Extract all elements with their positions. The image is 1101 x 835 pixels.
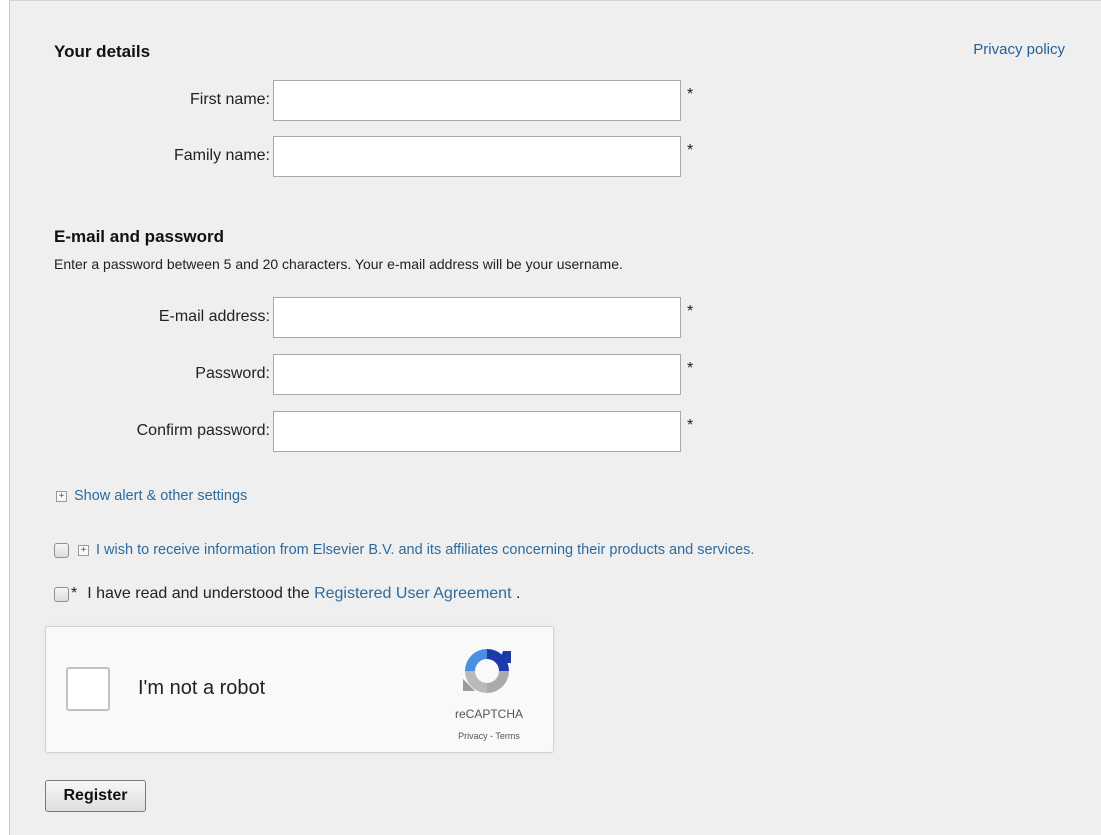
family-name-label: Family name: (173, 147, 270, 164)
registration-panel: Your details Privacy policy First name: … (9, 0, 1101, 835)
recaptcha-brand: reCAPTCHA (454, 707, 523, 721)
expand-plus-icon: + (56, 490, 67, 502)
register-button[interactable]: Register (45, 780, 146, 812)
marketing-optin-checkbox[interactable] (54, 542, 69, 558)
confirm-password-label: Confirm password: (136, 422, 270, 439)
password-label: Password: (195, 365, 270, 382)
expand-plus-icon[interactable]: + (78, 544, 89, 556)
recaptcha-logo-icon (463, 649, 511, 693)
user-agreement-link[interactable]: Registered User Agreement (314, 585, 511, 602)
required-mark: * (687, 360, 694, 377)
required-mark: * (687, 417, 694, 434)
first-name-input[interactable] (273, 80, 681, 121)
password-input[interactable] (273, 354, 681, 395)
your-details-heading: Your details (54, 42, 151, 61)
marketing-optin-row: + I wish to receive information from Els… (54, 542, 754, 558)
family-name-row: Family name: * (10, 136, 770, 178)
email-password-heading: E-mail and password (54, 227, 225, 246)
agreement-suffix: . (515, 585, 521, 602)
family-name-input[interactable] (273, 136, 681, 177)
agreement-row: * I have read and understood the Registe… (54, 585, 520, 603)
alert-settings-toggle[interactable]: + Show alert & other settings (56, 488, 247, 504)
email-input[interactable] (273, 297, 681, 338)
email-row: E-mail address: * (10, 297, 770, 339)
required-mark: * (687, 142, 694, 159)
agreement-prefix: I have read and understood the (87, 585, 310, 602)
required-mark: * (71, 585, 78, 602)
marketing-optin-label[interactable]: I wish to receive information from Elsev… (96, 542, 754, 558)
recaptcha-checkbox[interactable] (66, 667, 110, 711)
confirm-password-row: Confirm password: * (10, 411, 770, 453)
agreement-text: I have read and understood the Registere… (87, 585, 520, 603)
agreement-checkbox[interactable] (54, 586, 69, 602)
email-label: E-mail address: (158, 308, 270, 325)
recaptcha-label: I'm not a robot (138, 677, 266, 699)
recaptcha-widget: I'm not a robot reCAPTCHA Privacy - Term… (45, 626, 554, 753)
recaptcha-privacy-terms-link[interactable]: Privacy - Terms (444, 731, 534, 741)
first-name-row: First name: * (10, 80, 770, 122)
alert-settings-label[interactable]: Show alert & other settings (74, 488, 247, 504)
required-mark: * (687, 86, 694, 103)
password-row: Password: * (10, 354, 770, 396)
privacy-policy-link[interactable]: Privacy policy (973, 41, 1065, 58)
password-instructions: Enter a password between 5 and 20 charac… (54, 256, 623, 272)
confirm-password-input[interactable] (273, 411, 681, 452)
first-name-label: First name: (189, 91, 270, 108)
required-mark: * (687, 303, 694, 320)
